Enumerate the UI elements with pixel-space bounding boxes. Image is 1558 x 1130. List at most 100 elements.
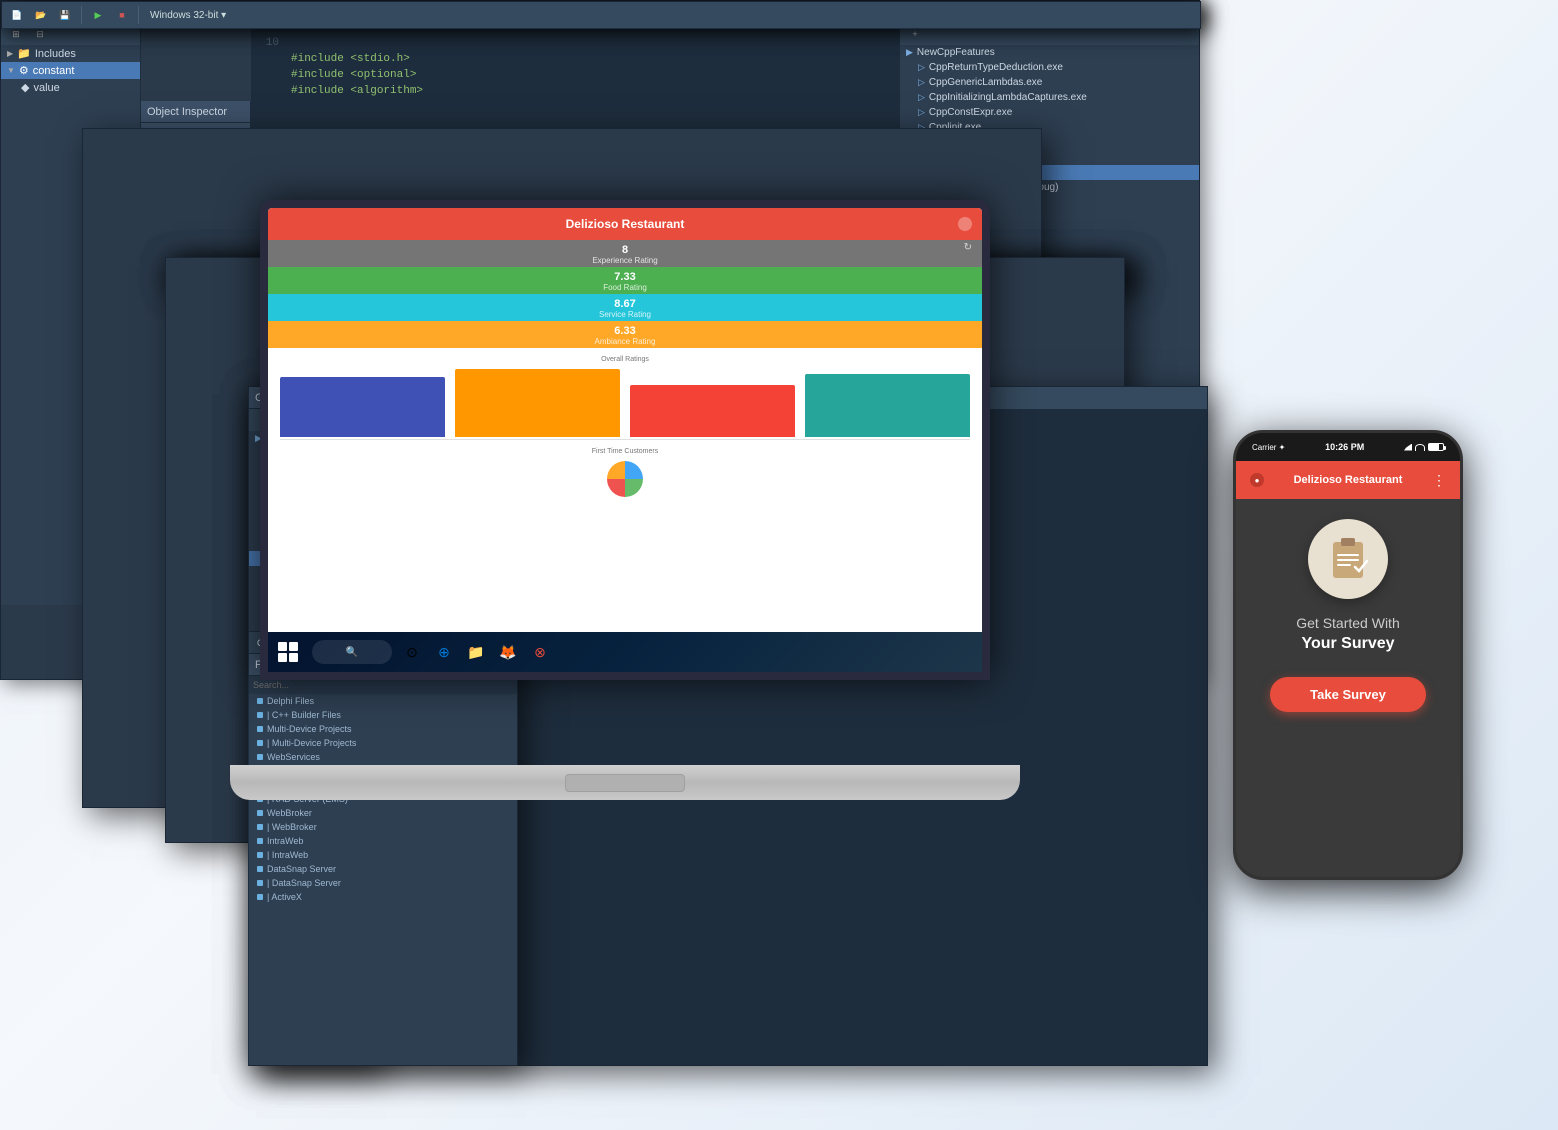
phone-clipboard-icon xyxy=(1308,519,1388,599)
laptop-screen-frame: Delizioso Restaurant 8 Experience Rating… xyxy=(260,200,990,680)
taskbar-cortana[interactable]: ⊙ xyxy=(400,640,424,664)
palette-dot-15 xyxy=(257,894,263,900)
win-start-sq-4 xyxy=(289,653,298,662)
proj-item-new[interactable]: ▶ NewCppFeatures xyxy=(900,45,1199,60)
phone-screen: ● Delizioso Restaurant ⋮ Get St xyxy=(1236,461,1460,877)
tree-arrow: ▶ xyxy=(7,49,13,58)
taskbar-app-icon: ⊗ xyxy=(534,644,546,661)
phone-app-header: ● Delizioso Restaurant ⋮ xyxy=(1236,461,1460,499)
proj-item-return[interactable]: ▷ CppReturnTypeDeduction.exe xyxy=(900,60,1199,75)
phone-status xyxy=(1404,443,1444,451)
tree-icon-constant: ⚙ xyxy=(19,64,29,77)
toolbar-open[interactable]: 📂 xyxy=(30,4,52,26)
proj-item-init[interactable]: ▷ CppInitializingLambdaCaptures.exe xyxy=(900,90,1199,105)
food-label: Food Rating xyxy=(276,283,974,292)
proj-icon-exe-3: ▷ xyxy=(918,92,925,103)
taskbar-edge[interactable]: ⊕ xyxy=(432,640,456,664)
win-start-sq-2 xyxy=(289,642,298,651)
code-line-4: #include <algorithm> xyxy=(259,83,899,99)
taskbar-firefox[interactable]: 🦊 xyxy=(496,640,520,664)
phone-menu-icon[interactable]: ⋮ xyxy=(1432,472,1446,489)
battery-icon xyxy=(1428,443,1444,451)
palette-ax[interactable]: | ActiveX xyxy=(249,890,517,904)
bar-1-container xyxy=(280,367,445,437)
take-survey-button[interactable]: Take Survey xyxy=(1270,677,1426,712)
taskbar-search[interactable]: 🔍 xyxy=(312,640,392,664)
clipboard-line-3 xyxy=(1337,564,1351,566)
battery-fill xyxy=(1429,444,1439,450)
code-line-3: #include <optional> xyxy=(259,67,899,83)
tree-icon-folder: 📁 xyxy=(17,47,31,60)
header-icons xyxy=(958,217,972,231)
experience-rating-row: 8 Experience Rating ↻ xyxy=(268,240,982,267)
proj-label-init: CppInitializingLambdaCaptures.exe xyxy=(929,92,1087,103)
palette-label-ds2: | DataSnap Server xyxy=(267,878,341,888)
proj-label-const: CppConstExpr.exe xyxy=(929,107,1012,118)
pie-slice-3 xyxy=(607,479,625,497)
code-line-1: 10 xyxy=(259,35,899,51)
phone-container: Carrier ✦ 10:26 PM ● Delizioso Restauran… xyxy=(1233,430,1463,880)
ambiance-rating-row: 6.33 Ambiance Rating xyxy=(268,321,982,348)
phone-header-icon: ● xyxy=(1250,473,1264,487)
laptop-trackpad xyxy=(565,774,685,792)
tree-value[interactable]: ◆ value xyxy=(1,79,140,96)
code-text-2: #include <stdio.h> xyxy=(291,51,410,67)
palette-label-wb2: | WebBroker xyxy=(267,822,317,832)
service-value: 8.67 xyxy=(276,298,974,310)
palette-label-wb1: WebBroker xyxy=(267,808,312,818)
bar-2-container xyxy=(455,367,620,437)
phone-app-title: Delizioso Restaurant xyxy=(1294,474,1403,486)
bar-3-container xyxy=(630,367,795,437)
line-num-empty-1 xyxy=(259,51,279,67)
toolbar-save[interactable]: 💾 xyxy=(54,4,76,26)
code-text-3: #include <optional> xyxy=(291,67,416,83)
toolbar-separator-2 xyxy=(138,6,139,24)
palette-label-ax: | ActiveX xyxy=(267,892,302,902)
food-value: 7.33 xyxy=(276,271,974,283)
bar-group-4 xyxy=(805,367,970,437)
pie-title: First Time Customers xyxy=(592,448,659,455)
back-oi-header: Object Inspector xyxy=(141,101,250,123)
pie-chart-svg xyxy=(595,459,655,499)
palette-dot-14 xyxy=(257,880,263,886)
tree-label-value: value xyxy=(33,82,59,94)
palette-dot-10 xyxy=(257,824,263,830)
palette-wb2[interactable]: | WebBroker xyxy=(249,820,517,834)
tree-includes[interactable]: ▶ 📁 Includes xyxy=(1,45,140,62)
tree-arrow-2: ▼ xyxy=(7,66,15,75)
palette-ds1[interactable]: DataSnap Server xyxy=(249,862,517,876)
palette-iw1[interactable]: IntraWeb xyxy=(249,834,517,848)
toolbar-stop[interactable]: ■ xyxy=(111,4,133,26)
chart-baseline xyxy=(280,439,970,440)
bar-3 xyxy=(630,385,795,437)
palette-dot-12 xyxy=(257,852,263,858)
taskbar-firefox-icon: 🦊 xyxy=(499,644,516,661)
taskbar-start[interactable] xyxy=(278,642,298,662)
proj-item-const[interactable]: ▷ CppConstExpr.exe xyxy=(900,105,1199,120)
back-toolbar: 📄 📂 💾 ▶ ■ Windows 32-bit ▾ xyxy=(1,1,1201,29)
tree-constant[interactable]: ▼ ⚙ constant xyxy=(1,62,140,79)
bar-chart-title: Overall Ratings xyxy=(280,356,970,363)
phone-your-survey-text: Your Survey xyxy=(1301,635,1394,653)
proj-label-new: NewCppFeatures xyxy=(917,47,995,58)
palette-dot-11 xyxy=(257,838,263,844)
platform-selector[interactable]: Windows 32-bit ▾ xyxy=(144,10,232,21)
palette-dot-9 xyxy=(257,810,263,816)
toolbar-run[interactable]: ▶ xyxy=(87,4,109,26)
palette-label-iw1: IntraWeb xyxy=(267,836,303,846)
palette-ds2[interactable]: | DataSnap Server xyxy=(249,876,517,890)
palette-iw2[interactable]: | IntraWeb xyxy=(249,848,517,862)
proj-item-lambda[interactable]: ▷ CppGenericLambdas.exe xyxy=(900,75,1199,90)
toolbar-new[interactable]: 📄 xyxy=(6,4,28,26)
windows-start-icon xyxy=(278,642,298,662)
toolbar-separator xyxy=(81,6,82,24)
taskbar-explorer[interactable]: 📁 xyxy=(464,640,488,664)
phone-content: Get Started With Your Survey Take Survey xyxy=(1236,499,1460,877)
laptop-taskbar: 🔍 ⊙ ⊕ 📁 🦊 ⊗ xyxy=(268,632,982,672)
bar-2 xyxy=(455,369,620,437)
bar-group-2 xyxy=(455,367,620,437)
taskbar-app[interactable]: ⊗ xyxy=(528,640,552,664)
palette-wb1[interactable]: WebBroker xyxy=(249,806,517,820)
proj-icon-folder: ▶ xyxy=(906,47,913,58)
bar-1 xyxy=(280,377,445,437)
